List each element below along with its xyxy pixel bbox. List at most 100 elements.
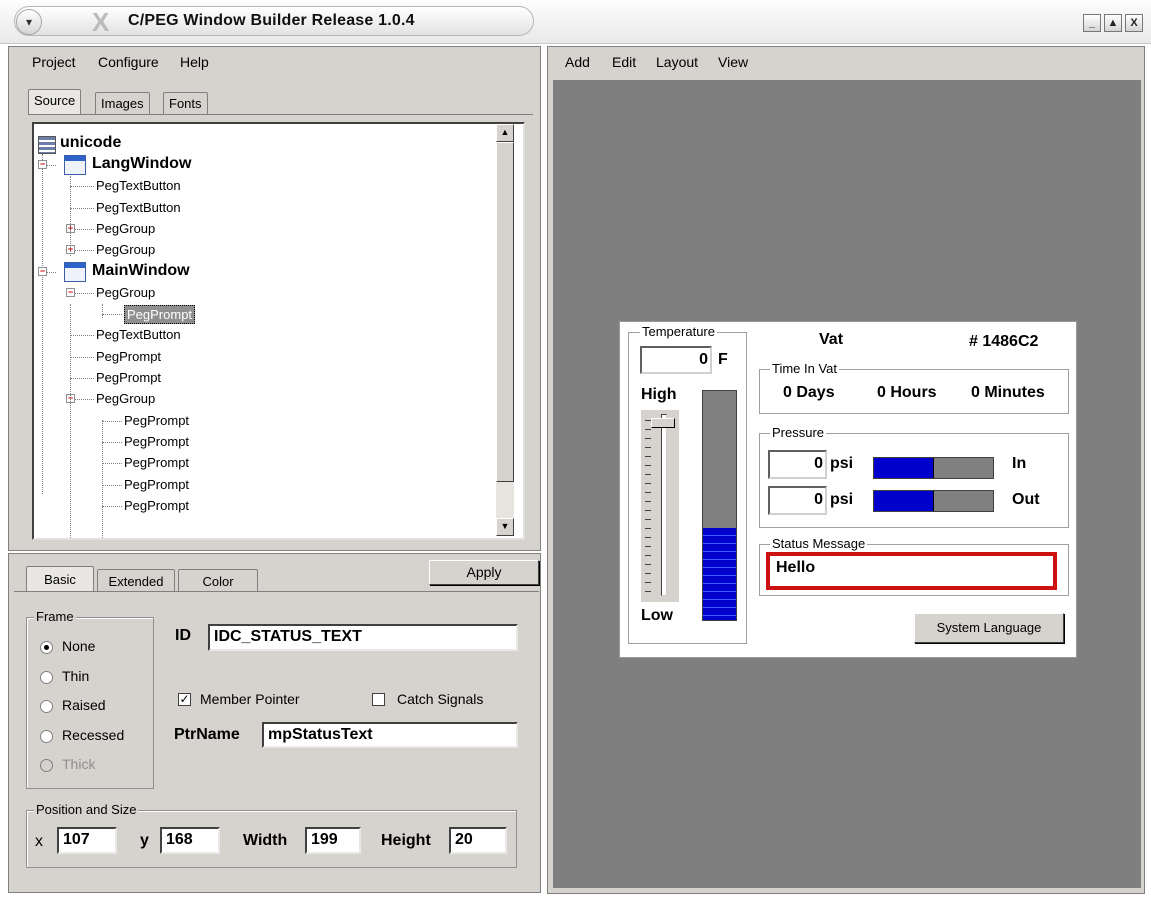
tree-root[interactable]: unicode	[60, 134, 121, 151]
slider-tick	[645, 528, 651, 529]
radio-none[interactable]	[40, 641, 53, 654]
id-label: ID	[175, 627, 191, 644]
radio-thin-label[interactable]: Thin	[62, 668, 89, 684]
pressure-in-label: In	[1012, 455, 1027, 472]
catch-signals-checkbox[interactable]	[372, 693, 385, 706]
tree-node[interactable]: PegPrompt	[124, 305, 196, 325]
tree-node[interactable]: MainWindow	[92, 262, 190, 279]
tree-node[interactable]: PegPrompt	[124, 412, 189, 429]
pressure-out-value[interactable]: 0	[768, 486, 827, 515]
menu-configure[interactable]: Configure	[98, 54, 159, 70]
pressure-in-bar	[873, 457, 994, 479]
slider-tick	[645, 546, 651, 547]
radio-recessed[interactable]	[40, 730, 53, 743]
tree-node[interactable]: PegGroup	[96, 390, 155, 407]
tree-node[interactable]: PegTextButton	[96, 199, 181, 216]
radio-recessed-label[interactable]: Recessed	[62, 727, 124, 743]
source-tree[interactable]: unicode − LangWindow PegTextButton PegTextBu…	[32, 122, 525, 540]
slider-tick	[645, 501, 651, 502]
pressure-label: Pressure	[770, 425, 827, 440]
frame-group-label: Frame	[34, 609, 76, 624]
menu-project[interactable]: Project	[32, 54, 76, 70]
tree-node[interactable]: PegPrompt	[124, 454, 189, 471]
close-button[interactable]: X	[1125, 14, 1143, 32]
tree-node[interactable]: PegTextButton	[96, 177, 181, 194]
height-input[interactable]: 20	[449, 827, 507, 854]
pressure-out-bar	[873, 490, 994, 512]
apply-button[interactable]: Apply	[429, 560, 539, 585]
slider-track[interactable]	[661, 414, 667, 596]
x-input[interactable]: 107	[57, 827, 117, 854]
tree-line	[102, 304, 103, 318]
tab-extended[interactable]: Extended	[97, 569, 175, 591]
slider-tick	[645, 447, 651, 448]
minimize-button[interactable]: _	[1083, 14, 1101, 32]
scroll-up-button[interactable]: ▲	[496, 124, 514, 142]
tree-node[interactable]: PegPrompt	[124, 433, 189, 450]
member-pointer-label[interactable]: Member Pointer	[200, 691, 300, 707]
vat-label: Vat	[819, 331, 844, 348]
time-in-vat-label: Time In Vat	[770, 361, 840, 376]
tree-node[interactable]: PegGroup	[96, 220, 155, 237]
slider-tick	[645, 474, 651, 475]
pressure-in-value[interactable]: 0	[768, 450, 827, 479]
tree-line	[102, 484, 122, 486]
tree-node[interactable]: PegGroup	[96, 284, 155, 301]
menu-help[interactable]: Help	[180, 54, 209, 70]
scroll-down-button[interactable]: ▼	[496, 518, 514, 536]
menu-layout[interactable]: Layout	[656, 54, 698, 70]
tree-scrollbar[interactable]: ▲ ▼	[496, 124, 514, 536]
vat-id: # 1486C2	[969, 333, 1039, 350]
tab-fonts[interactable]: Fonts	[163, 92, 208, 114]
minimize-icon: _	[1088, 17, 1096, 29]
radio-thin[interactable]	[40, 671, 53, 684]
maximize-button[interactable]: ▲	[1104, 14, 1122, 32]
system-language-button[interactable]: System Language	[914, 613, 1064, 643]
temperature-unit: F	[718, 351, 728, 368]
tree-node[interactable]: PegPrompt	[124, 497, 189, 514]
radio-thick-label: Thick	[62, 756, 96, 772]
tree-line	[70, 186, 94, 188]
member-pointer-checkbox[interactable]: ✓	[178, 693, 191, 706]
temperature-slider[interactable]	[641, 410, 679, 602]
props-tab-divider	[14, 591, 539, 592]
tree-node[interactable]: PegTextButton	[96, 326, 181, 343]
radio-raised-label[interactable]: Raised	[62, 697, 106, 713]
arrow-down-icon: ▼	[500, 521, 510, 531]
tab-source[interactable]: Source	[28, 89, 82, 114]
tree-node[interactable]: PegPrompt	[96, 348, 161, 365]
menu-edit[interactable]: Edit	[612, 54, 636, 70]
tab-color[interactable]: Color	[178, 569, 258, 591]
tree-node[interactable]: PegPrompt	[124, 476, 189, 493]
menu-add[interactable]: Add	[565, 54, 590, 70]
collapse-icon[interactable]: −	[38, 160, 47, 169]
radio-none-label[interactable]: None	[62, 638, 95, 654]
window-menu-button[interactable]: ▾	[16, 9, 42, 35]
radio-raised[interactable]	[40, 700, 53, 713]
pressure-out-unit: psi	[830, 491, 854, 508]
ptrname-input[interactable]: mpStatusText	[262, 722, 518, 748]
temperature-value[interactable]: 0	[640, 346, 712, 374]
y-input[interactable]: 168	[160, 827, 220, 854]
menu-view[interactable]: View	[718, 54, 748, 70]
slider-thumb[interactable]	[651, 418, 675, 428]
tree-node[interactable]: LangWindow	[92, 155, 191, 172]
tree-node[interactable]: PegGroup	[96, 241, 155, 258]
status-message-field[interactable]: Hello	[766, 552, 1057, 590]
tree-line	[70, 356, 94, 358]
tree-line	[102, 505, 122, 507]
scroll-thumb[interactable]	[496, 142, 514, 482]
low-label: Low	[641, 607, 673, 624]
radio-thick	[40, 759, 53, 772]
id-input[interactable]: IDC_STATUS_TEXT	[208, 624, 518, 651]
collapse-icon[interactable]: −	[38, 266, 47, 276]
tree-line	[70, 207, 94, 209]
collapse-icon[interactable]: −	[66, 287, 75, 297]
tab-basic[interactable]: Basic	[26, 566, 94, 591]
slider-tick	[645, 429, 651, 430]
tree-node[interactable]: PegPrompt	[96, 369, 161, 386]
tab-images[interactable]: Images	[95, 92, 150, 114]
catch-signals-label[interactable]: Catch Signals	[397, 691, 483, 707]
arrow-up-icon: ▲	[500, 127, 510, 137]
width-input[interactable]: 199	[305, 827, 361, 854]
